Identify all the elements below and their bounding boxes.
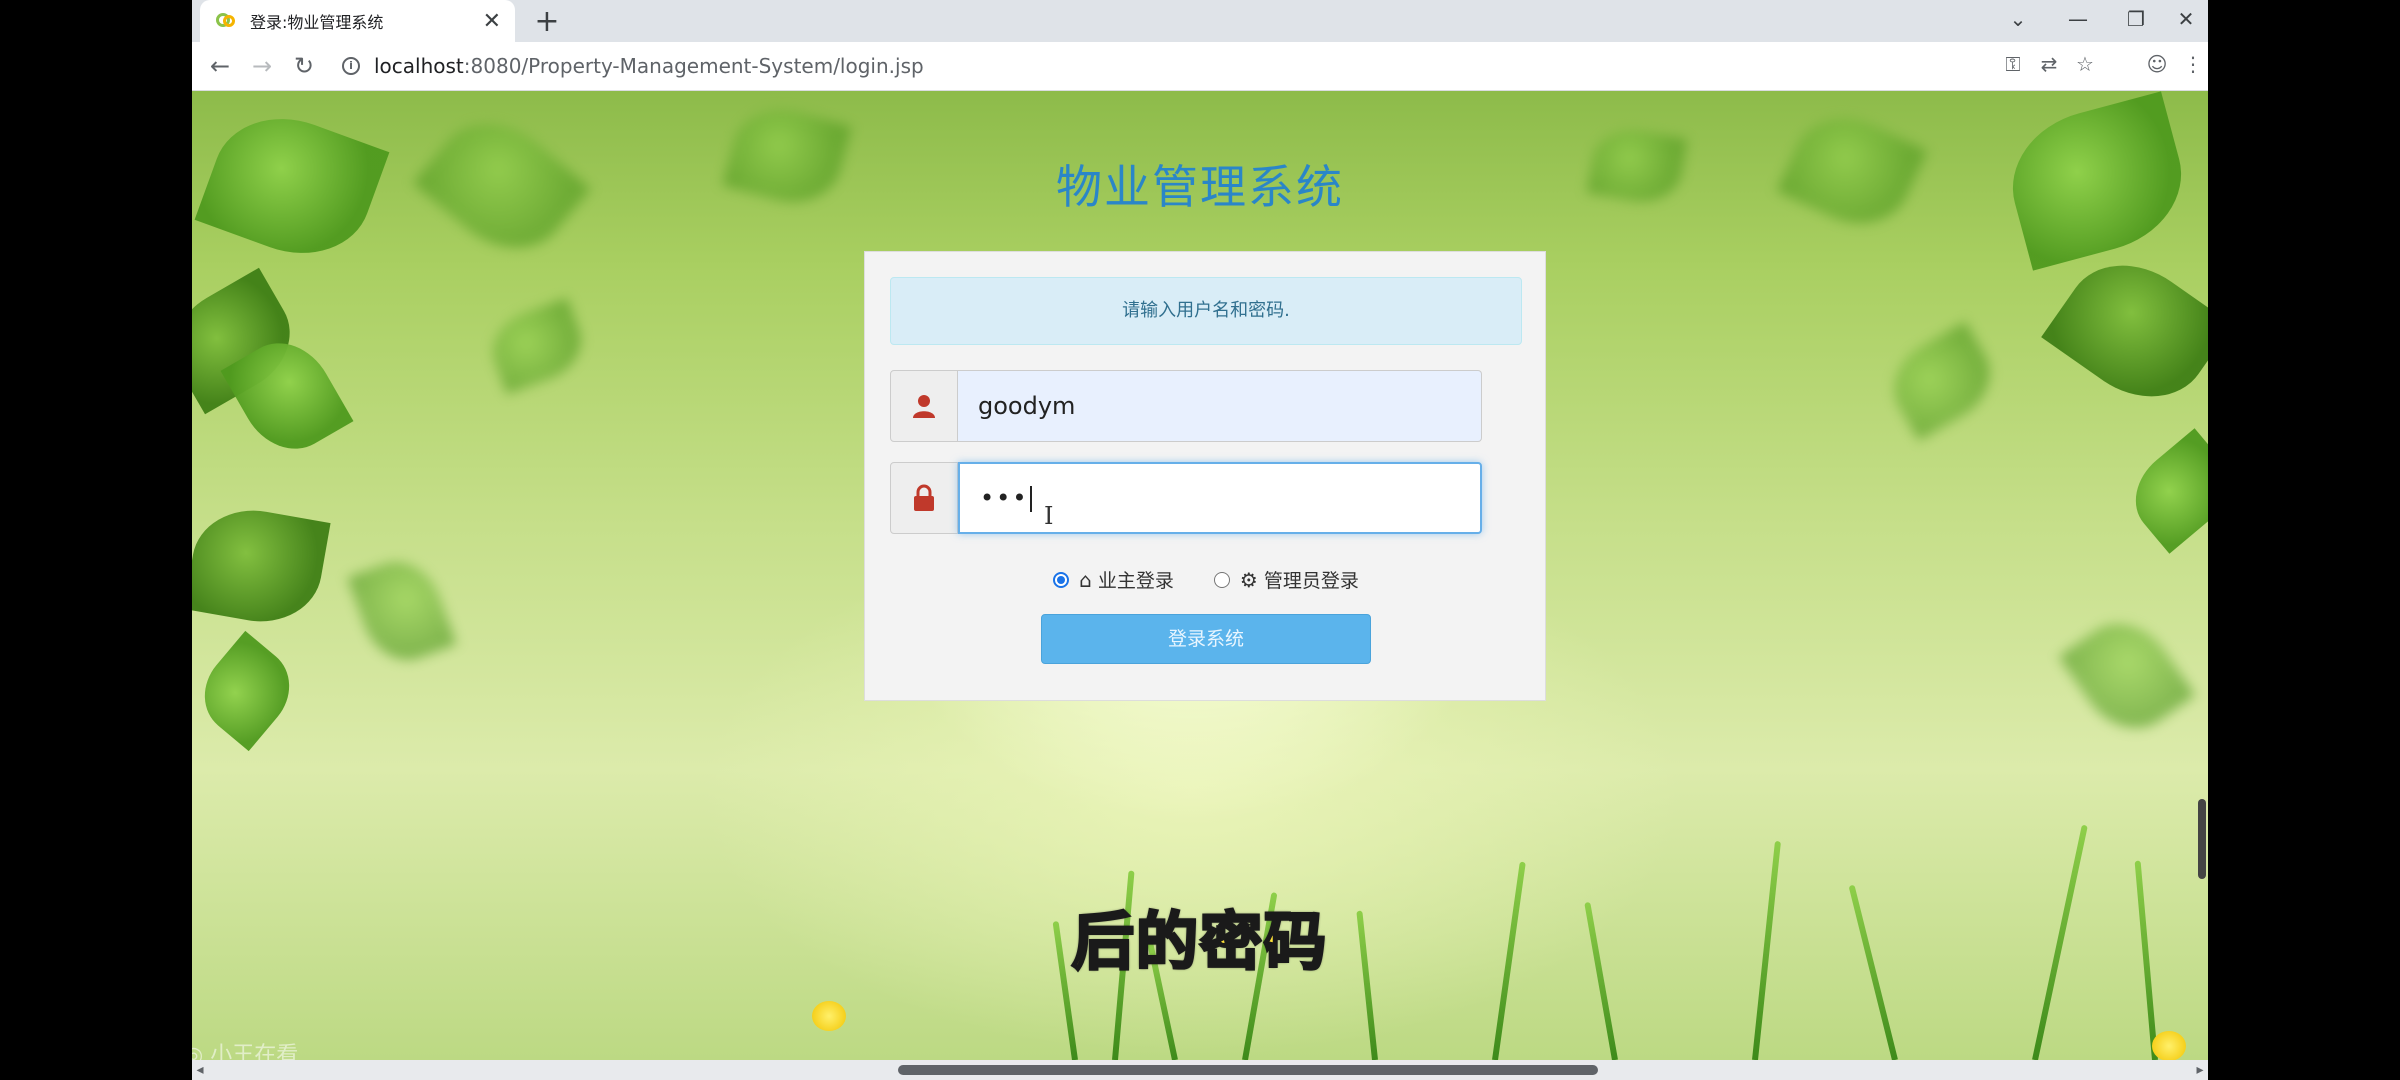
bookmark-star-icon[interactable]: ☆ <box>2070 52 2100 76</box>
flower-decoration <box>2152 1031 2186 1060</box>
info-alert: 请输入用户名和密码. <box>890 277 1522 345</box>
scroll-left-icon[interactable]: ◂ <box>192 1060 208 1080</box>
user-icon <box>890 370 958 442</box>
browser-window: 登录:物业管理系统 ✕ + ⌄ — ❐ ✕ ← → ↻ i localhost:… <box>192 0 2208 1080</box>
minimize-icon[interactable]: — <box>2058 2 2098 36</box>
scroll-right-icon[interactable]: ▸ <box>2192 1060 2208 1080</box>
owner-login-label: 业主登录 <box>1097 570 1174 592</box>
tab-title: 登录:物业管理系统 <box>250 13 384 32</box>
admin-radio[interactable] <box>1213 571 1230 588</box>
leaf-decoration <box>2041 238 2208 424</box>
text-caret <box>1030 486 1033 512</box>
page-title: 物业管理系统 <box>1056 160 1344 214</box>
flower-decoration <box>812 1001 846 1031</box>
admin-login-label: 管理员登录 <box>1263 570 1359 592</box>
top-watermark: 资料源码小助手 <box>1752 56 1976 91</box>
back-icon[interactable]: ← <box>202 48 238 84</box>
horizontal-scrollbar[interactable]: ◂ ▸ <box>192 1060 2208 1080</box>
tab-strip: 登录:物业管理系统 ✕ + ⌄ — ❐ ✕ <box>192 0 2208 42</box>
gear-icon: ⚙ <box>1239 567 1258 592</box>
profile-icon[interactable]: ☺ <box>2142 52 2172 76</box>
browser-tab[interactable]: 登录:物业管理系统 ✕ <box>200 0 515 42</box>
site-info-icon[interactable]: i <box>342 57 360 75</box>
owner-radio[interactable] <box>1053 571 1070 588</box>
translate-icon[interactable]: ⇄ <box>2034 52 2064 76</box>
password-value: ••• <box>980 484 1029 512</box>
login-button[interactable]: 登录系统 <box>1041 614 1371 664</box>
bottom-watermark: ◎ 小王在看 <box>192 1043 299 1060</box>
leaf-decoration <box>192 630 307 752</box>
leaf-decoration <box>2117 428 2208 554</box>
address-bar: ← → ↻ i localhost:8080/Property-Manageme… <box>192 42 2208 91</box>
reload-icon[interactable]: ↻ <box>286 48 322 84</box>
leaf-decoration <box>482 297 592 395</box>
leaf-decoration <box>347 550 457 672</box>
forward-icon[interactable]: → <box>244 48 280 84</box>
menu-icon[interactable]: ⋮ <box>2178 52 2208 76</box>
password-group: ••• I <box>890 462 1482 534</box>
role-selector: ⌂ 业主登录 ⚙ 管理员登录 <box>865 566 1547 593</box>
video-subtitle: 后的密码 <box>1070 904 1328 980</box>
favicon-icon <box>216 11 236 31</box>
scrollbar-thumb[interactable] <box>898 1065 1598 1075</box>
leaf-decoration <box>192 500 331 632</box>
new-tab-button[interactable]: + <box>530 4 564 39</box>
password-input[interactable]: ••• I <box>958 462 1482 534</box>
vertical-scrollbar[interactable] <box>2198 799 2206 879</box>
home-icon: ⌂ <box>1079 567 1092 592</box>
owner-login-option[interactable]: ⌂ 业主登录 <box>1053 566 1174 593</box>
url-text: localhost:8080/Property-Management-Syste… <box>374 54 924 78</box>
leaf-decoration <box>2058 605 2196 747</box>
tab-search-icon[interactable]: ⌄ <box>1998 2 2038 36</box>
leaf-decoration <box>1878 321 2006 441</box>
url-field[interactable]: i localhost:8080/Property-Management-Sys… <box>328 46 1888 86</box>
username-input[interactable]: goodym <box>958 370 1482 442</box>
restore-icon[interactable]: ❐ <box>2116 2 2156 36</box>
lock-icon <box>890 462 958 534</box>
tab-close-icon[interactable]: ✕ <box>483 9 501 34</box>
key-icon[interactable]: ⚿ <box>1998 52 2028 76</box>
admin-login-option[interactable]: ⚙ 管理员登录 <box>1213 566 1359 593</box>
login-form: 请输入用户名和密码. goodym ••• I ⌂ 业主登录 ⚙ 管理员登录 登… <box>864 251 1546 701</box>
ibeam-cursor-icon: I <box>1044 502 1056 530</box>
close-window-icon[interactable]: ✕ <box>2166 2 2206 36</box>
username-group: goodym <box>890 370 1482 442</box>
login-page: 物业管理系统 请输入用户名和密码. goodym ••• I ⌂ 业主登录 ⚙ … <box>192 91 2208 1060</box>
